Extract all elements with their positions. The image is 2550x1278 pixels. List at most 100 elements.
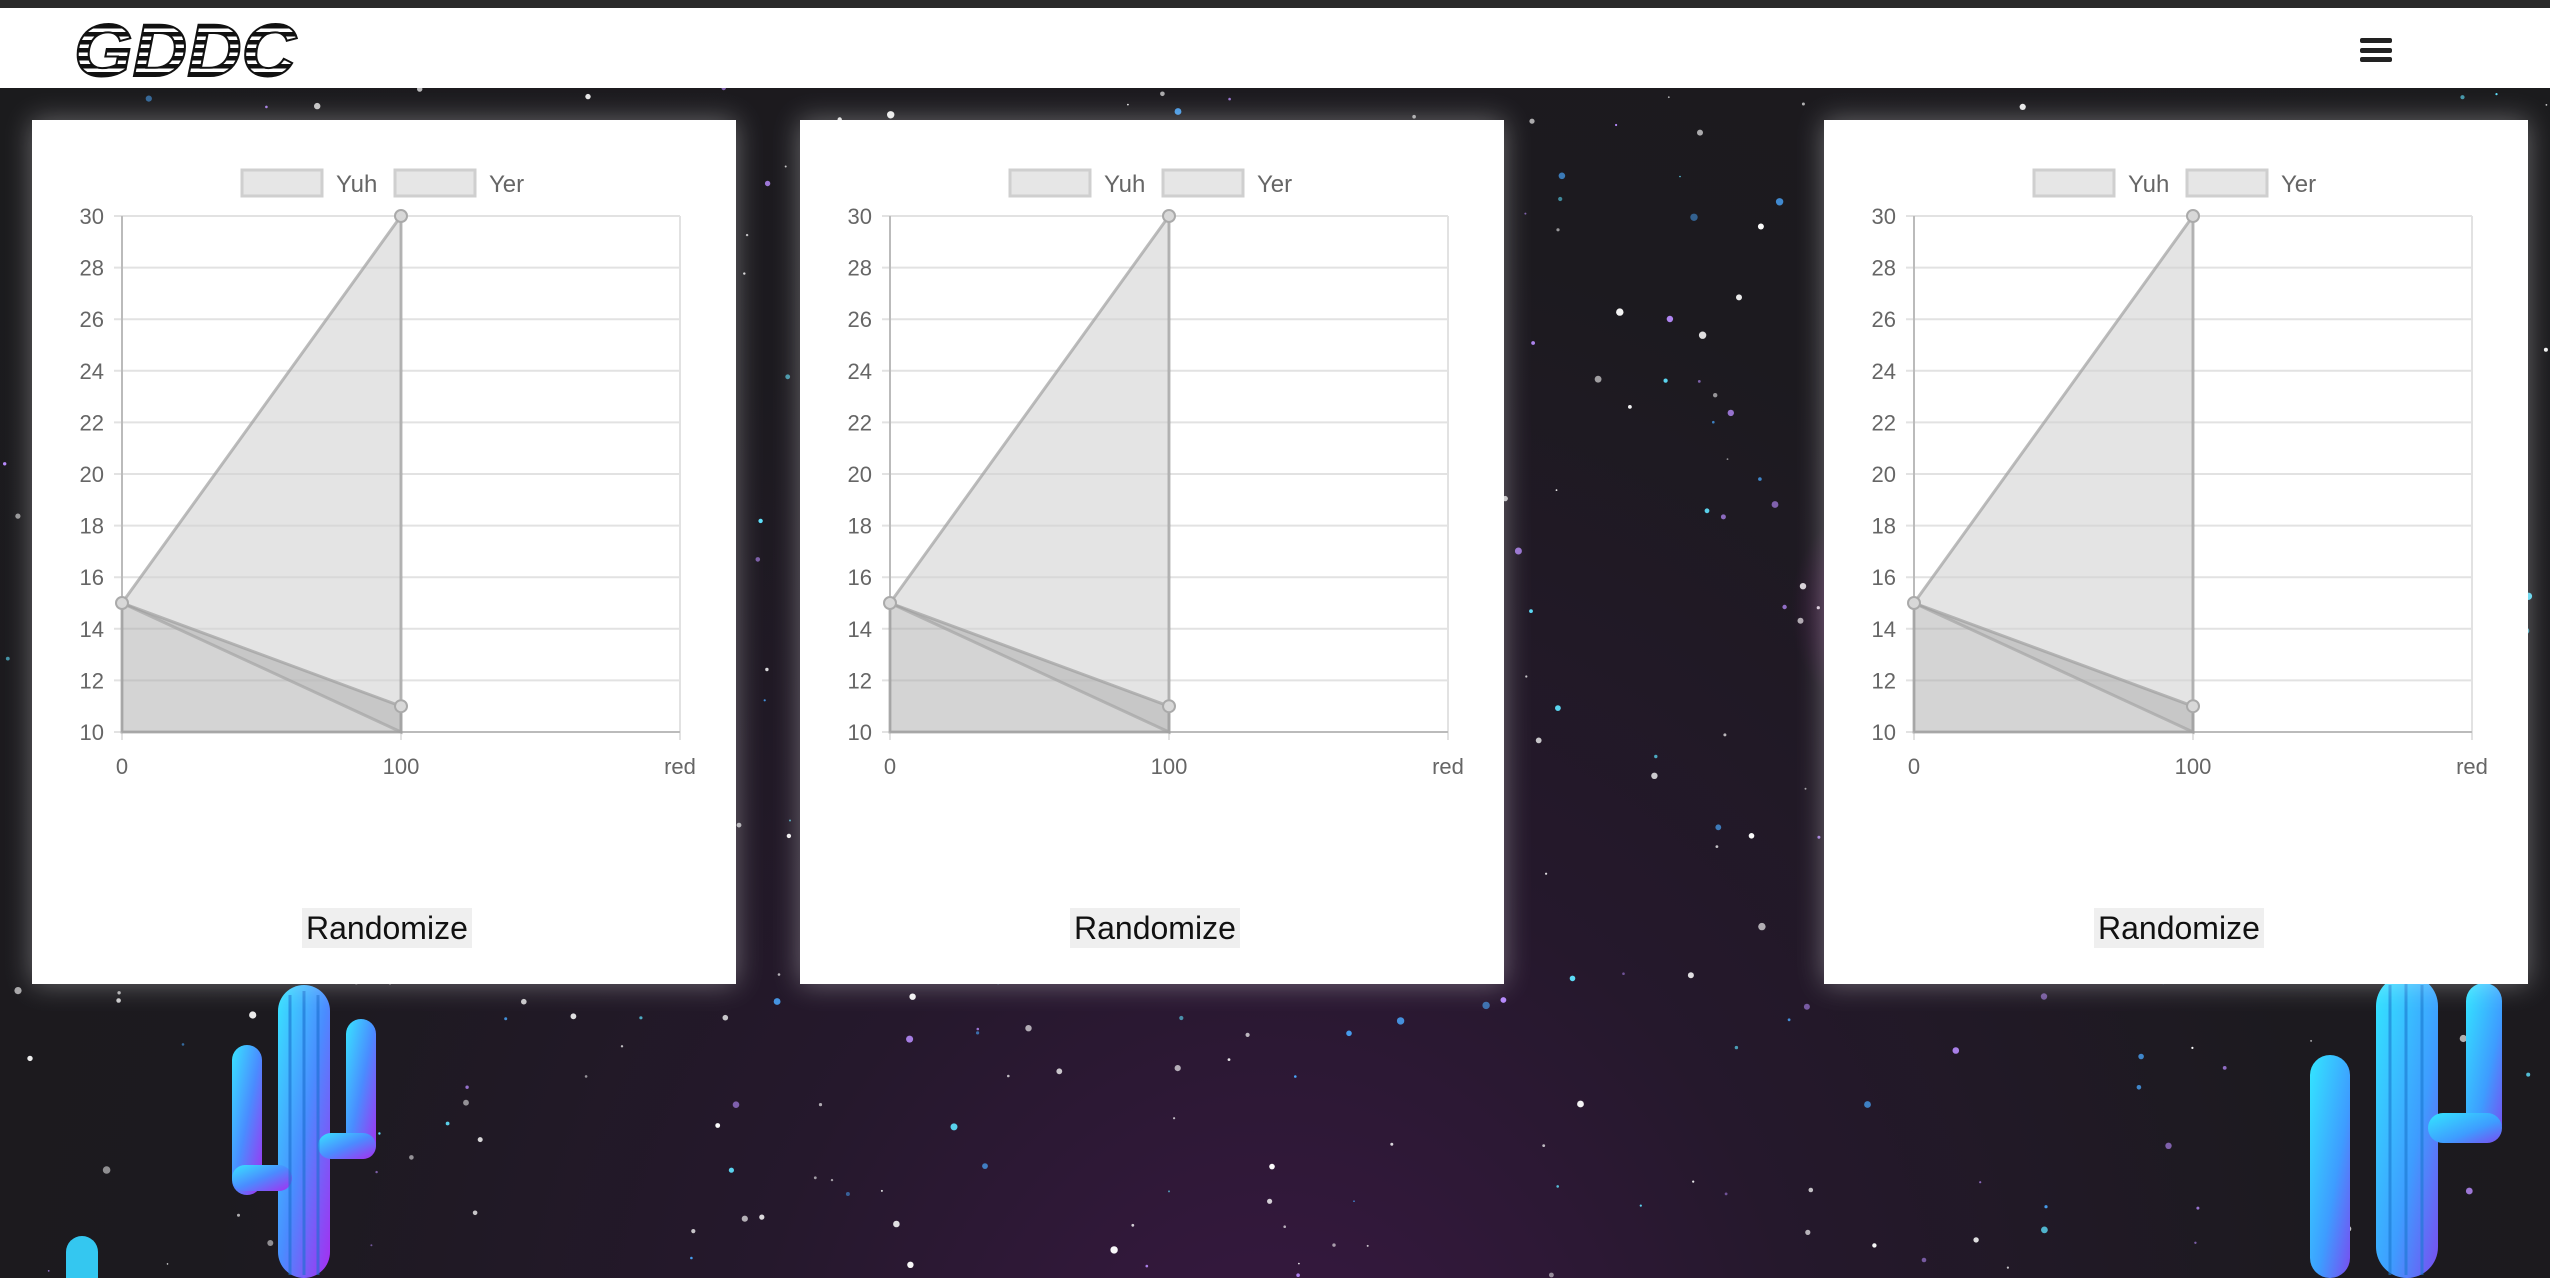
star <box>813 1176 817 1180</box>
star <box>1535 737 1542 744</box>
star <box>1555 705 1561 711</box>
star <box>1723 733 1727 737</box>
star <box>982 1163 988 1169</box>
star <box>472 1210 478 1216</box>
y-tick-label: 30 <box>848 204 872 229</box>
star <box>1514 547 1522 555</box>
cactus-left-icon <box>232 985 376 1278</box>
star <box>1346 1030 1352 1037</box>
star <box>1145 1264 1149 1268</box>
star <box>1558 172 1566 180</box>
star <box>1174 1065 1181 1072</box>
star <box>5 656 10 661</box>
y-tick-label: 14 <box>80 617 104 642</box>
star <box>1577 1100 1584 1108</box>
star <box>117 991 121 995</box>
x-tick-label: red <box>664 754 696 779</box>
star <box>1667 96 1670 99</box>
star <box>1412 114 1416 119</box>
star <box>1390 1142 1394 1146</box>
star <box>845 1192 850 1196</box>
star <box>1160 91 1165 97</box>
star <box>976 1027 980 1031</box>
y-tick-label: 26 <box>848 307 872 332</box>
star <box>1805 1229 1811 1235</box>
y-tick-label: 16 <box>1872 565 1896 590</box>
legend-label: Yuh <box>2128 171 2169 198</box>
star <box>2191 1046 2194 1049</box>
star <box>1227 1058 1231 1061</box>
star <box>639 1016 643 1020</box>
star <box>732 1101 740 1108</box>
star <box>691 1229 696 1234</box>
star <box>1698 331 1707 339</box>
star <box>477 1137 483 1143</box>
star <box>1864 1101 1871 1108</box>
y-tick-label: 18 <box>1872 514 1896 539</box>
randomize-button[interactable]: Randomize <box>2094 908 2264 948</box>
x-tick-label: 100 <box>383 754 420 779</box>
legend-label: Yer <box>1257 171 1292 198</box>
legend-swatch <box>2185 168 2269 198</box>
data-point <box>2186 699 2200 714</box>
star <box>15 513 21 519</box>
star <box>907 1261 914 1269</box>
star <box>1712 420 1715 424</box>
star <box>1558 196 1563 202</box>
y-tick-label: 14 <box>848 617 872 642</box>
star <box>755 557 761 562</box>
data-point <box>883 596 897 610</box>
y-tick-label: 12 <box>80 668 104 693</box>
star <box>1690 213 1698 221</box>
y-tick-label: 22 <box>80 410 104 435</box>
star <box>1724 1192 1728 1196</box>
star <box>1396 1017 1405 1025</box>
star <box>1727 409 1735 417</box>
star <box>2044 1205 2048 1209</box>
star <box>1697 129 1703 136</box>
gddc-logo[interactable]: GDDC GDDC <box>72 16 302 86</box>
star <box>1804 787 1807 790</box>
star <box>1687 972 1694 979</box>
star <box>1615 123 1618 127</box>
star <box>785 374 791 380</box>
randomize-button[interactable]: Randomize <box>302 908 472 948</box>
star <box>1663 378 1668 383</box>
star <box>1131 1223 1135 1227</box>
data-point <box>394 209 408 223</box>
y-tick-label: 20 <box>1872 462 1896 487</box>
star <box>1529 609 1533 613</box>
chart-card-2: Yuh Yer 10 12 14 16 18 20 22 24 26 28 30 0 100 red Rand… <box>800 120 1504 984</box>
legend-swatch <box>1161 168 1245 198</box>
star <box>1666 315 1674 323</box>
star <box>314 102 321 110</box>
hamburger-menu-icon[interactable] <box>2352 30 2400 70</box>
star <box>715 1123 721 1128</box>
star <box>1332 1243 1336 1247</box>
star <box>728 1167 735 1173</box>
star <box>570 1013 577 1020</box>
legend-swatch <box>240 168 324 198</box>
y-tick-label: 30 <box>1872 204 1896 229</box>
y-tick-label: 22 <box>848 410 872 435</box>
star <box>1569 975 1576 982</box>
star <box>1353 1200 1355 1202</box>
randomize-button[interactable]: Randomize <box>1070 908 1240 948</box>
x-tick-label: 0 <box>1908 754 1920 779</box>
star <box>764 180 771 187</box>
star <box>585 93 591 100</box>
y-tick-label: 30 <box>80 204 104 229</box>
star <box>584 1075 588 1078</box>
star <box>786 833 792 839</box>
star <box>1872 1243 1877 1248</box>
star <box>2526 1072 2531 1077</box>
star <box>1267 1198 1273 1204</box>
data-point <box>2186 209 2200 223</box>
star <box>773 998 781 1005</box>
star <box>2019 103 2026 110</box>
star <box>777 973 781 976</box>
y-tick-label: 10 <box>848 720 872 745</box>
y-tick-label: 20 <box>80 462 104 487</box>
star <box>27 1055 33 1062</box>
x-tick-label: 100 <box>1151 754 1188 779</box>
